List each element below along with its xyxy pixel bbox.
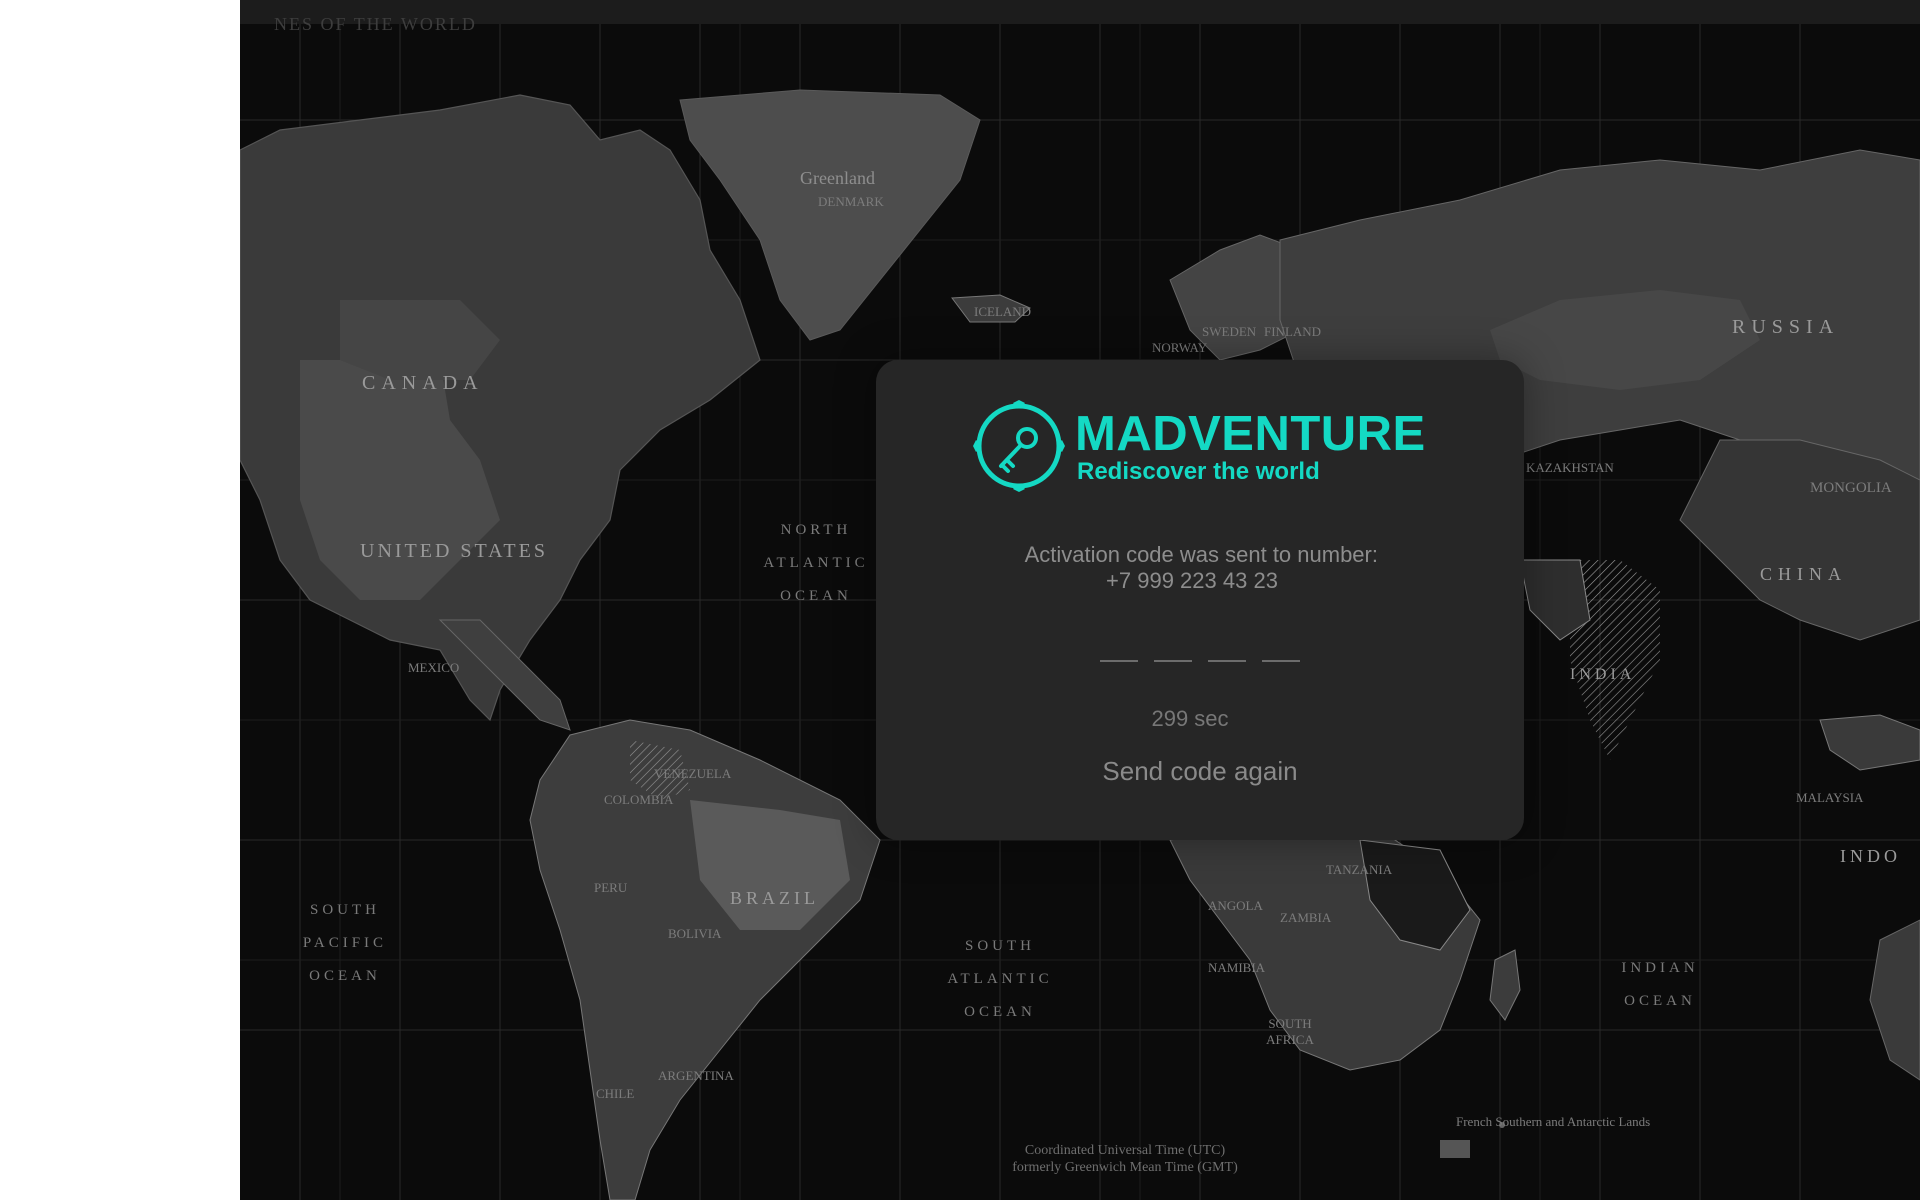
resend-timer: 299 sec [1151, 706, 1229, 731]
map-label-finland: FINLAND [1264, 324, 1322, 339]
map-label-kazakhstan: KAZAKHSTAN [1526, 460, 1614, 475]
map-label-india: INDIA [1570, 666, 1636, 683]
map-label-bolivia: BOLIVIA [668, 926, 722, 941]
code-digit-2[interactable] [1154, 660, 1192, 662]
code-input-group[interactable] [1100, 660, 1320, 670]
map-label-norway: NORWAY [1152, 340, 1208, 355]
map-label-south-atlantic: SOUTH ATLANTIC OCEAN [947, 938, 1053, 1020]
send-code-again-button[interactable]: Send code again [876, 756, 1524, 787]
code-sent-message: Activation code was sent to number: +7 9… [1006, 542, 1378, 594]
code-digit-3[interactable] [1208, 660, 1246, 662]
map-label-french-southern: French Southern and Antarctic Lands [1456, 1114, 1651, 1129]
map-label-sweden: SWEDEN [1202, 324, 1257, 339]
map-label-indian-ocean: INDIAN OCEAN [1621, 960, 1699, 1009]
map-label-namibia: NAMIBIA [1208, 960, 1266, 975]
map-label-mongolia: MONGOLIA [1810, 480, 1892, 496]
compass-key-icon [973, 400, 1065, 492]
map-label-utc-footer: Coordinated Universal Time (UTC) formerl… [1012, 1143, 1238, 1175]
map-label-chile: CHILE [596, 1086, 635, 1101]
map-label-tanzania: TANZANIA [1326, 862, 1393, 877]
map-label-angola: ANGOLA [1208, 898, 1263, 913]
map-label-china: CHINA [1760, 564, 1847, 584]
brand-name: MADVENTURE [1075, 407, 1426, 461]
map-label-zambia: ZAMBIA [1280, 910, 1332, 925]
phone-number: +7 999 223 43 23 [1106, 568, 1278, 593]
map-label-south-africa: SOUTH AFRICA [1266, 1016, 1314, 1047]
map-label-greenland-sub: DENMARK [818, 194, 884, 209]
map-label-colombia: COLOMBIA [604, 792, 674, 807]
map-label-brazil: BRAZIL [730, 888, 819, 908]
map-label-greenland: Greenland [800, 168, 875, 188]
left-blank-panel [0, 0, 240, 1200]
code-digit-1[interactable] [1100, 660, 1138, 662]
map-header-text: NES OF THE WORLD [274, 14, 477, 34]
map-label-mexico: MEXICO [408, 660, 460, 675]
code-digit-4[interactable] [1262, 660, 1300, 662]
map-label-south-pacific: SOUTH PACIFIC OCEAN [302, 902, 388, 984]
map-label-united-states: UNITED STATES [360, 540, 548, 562]
map-label-malaysia: MALAYSIA [1796, 790, 1864, 805]
map-label-north-atlantic: NORTH ATLANTIC OCEAN [763, 522, 869, 604]
code-sent-text: Activation code was sent to number: [1024, 542, 1378, 567]
map-top-bar: NES OF THE WORLD [240, 0, 1920, 34]
map-label-venezuela: VENEZUELA [654, 766, 732, 781]
brand-tagline: Rediscover the world [1077, 458, 1320, 485]
map-label-peru: PERU [594, 880, 628, 895]
map-label-russia: RUSSIA [1732, 316, 1840, 338]
map-label-iceland: ICELAND [974, 304, 1032, 319]
map-label-argentina: ARGENTINA [658, 1068, 734, 1083]
activation-code-dialog: MADVENTURE Rediscover the world Activati… [876, 360, 1524, 840]
map-label-indo: INDO [1840, 846, 1901, 866]
map-label-canada: CANADA [362, 372, 484, 394]
madventure-logo: MADVENTURE Rediscover the world [973, 398, 1433, 498]
